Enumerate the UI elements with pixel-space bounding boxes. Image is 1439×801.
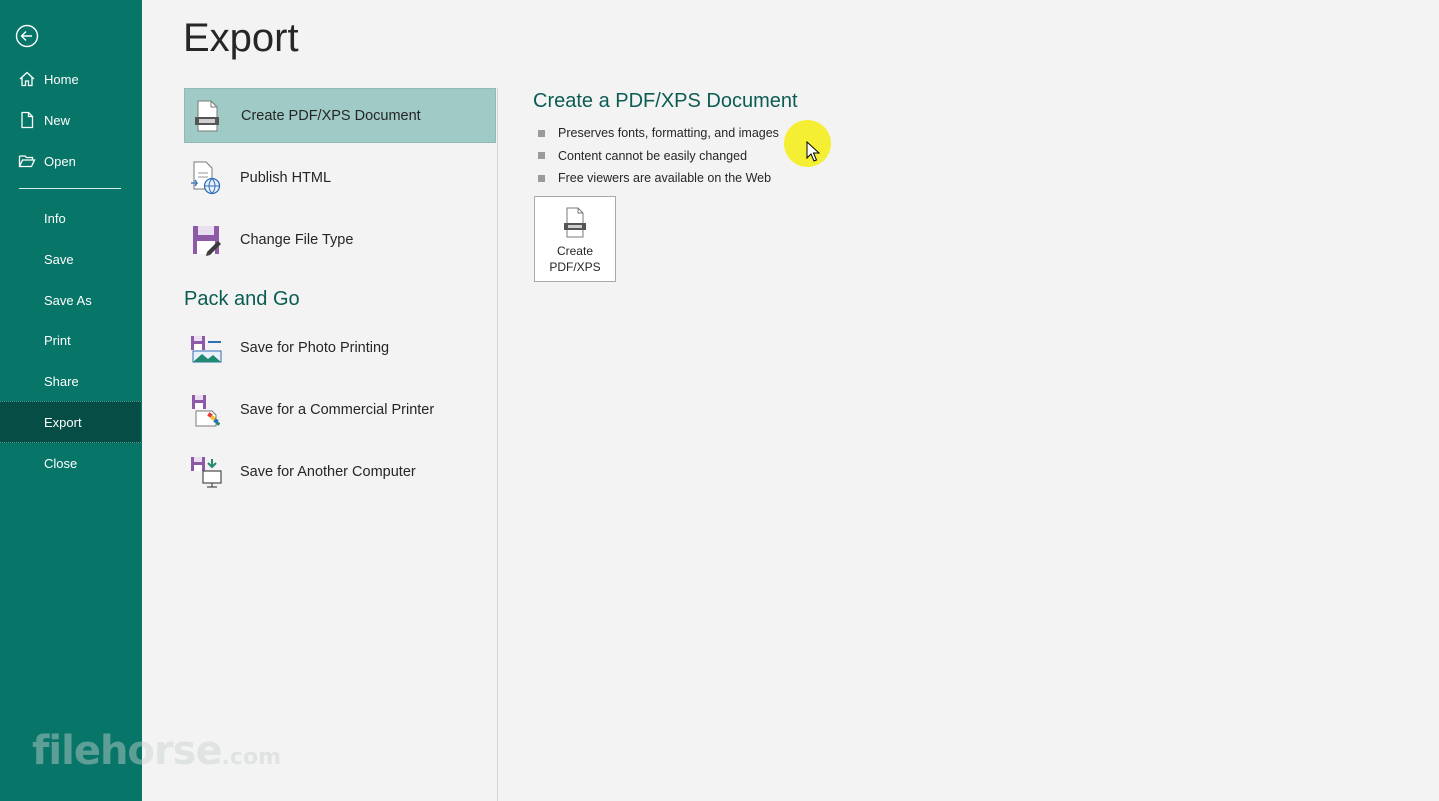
nav-share[interactable]: Share xyxy=(0,361,141,401)
bullet-text: Free viewers are available on the Web xyxy=(558,171,772,186)
page-title: Export xyxy=(183,16,299,60)
nav-info-label: Info xyxy=(44,210,66,226)
option-commercial-printer[interactable]: Save for a Commercial Printer xyxy=(184,382,496,437)
nav-new[interactable]: New xyxy=(0,100,141,140)
bullet-text: Content cannot be easily changed xyxy=(558,148,748,163)
nav-open[interactable]: Open xyxy=(0,141,141,181)
option-another-computer[interactable]: Save for Another Computer xyxy=(184,444,496,499)
nav-save-as[interactable]: Save As xyxy=(0,280,141,320)
column-divider xyxy=(497,88,498,801)
option-photo-printing[interactable]: Save for Photo Printing xyxy=(184,320,496,375)
pack-and-go-heading: Pack and Go xyxy=(184,288,300,310)
open-folder-icon xyxy=(18,152,36,170)
back-arrow-icon xyxy=(15,24,39,48)
option-change-file-type[interactable]: Change File Type xyxy=(184,212,496,267)
option-change-file-type-label: Change File Type xyxy=(240,231,354,248)
home-icon xyxy=(18,70,36,88)
option-create-pdf-xps-label: Create PDF/XPS Document xyxy=(241,107,421,124)
nav-info[interactable]: Info xyxy=(0,198,141,238)
bullet-square-icon xyxy=(538,174,545,182)
nav-close-label: Close xyxy=(44,455,78,471)
nav-save[interactable]: Save xyxy=(0,239,141,279)
pdf-document-icon xyxy=(562,207,588,239)
mouse-pointer-icon xyxy=(806,141,820,162)
nav-open-label: Open xyxy=(44,153,76,169)
option-create-pdf-xps[interactable]: Create PDF/XPS Document xyxy=(184,88,496,143)
new-document-icon xyxy=(18,111,36,129)
detail-title: Create a PDF/XPS Document xyxy=(533,90,798,112)
nav-separator xyxy=(19,188,121,189)
option-photo-printing-label: Save for Photo Printing xyxy=(240,339,390,356)
nav-close[interactable]: Close xyxy=(0,443,141,483)
photo-printing-icon xyxy=(189,330,223,366)
nav-save-label: Save xyxy=(44,251,74,267)
pdf-document-icon xyxy=(190,98,224,134)
bullet-item: Content cannot be easily changed xyxy=(538,145,779,168)
nav-print-label: Print xyxy=(44,332,71,348)
nav-print[interactable]: Print xyxy=(0,320,141,360)
nav-export-label: Export xyxy=(44,414,82,430)
commercial-printer-icon xyxy=(189,392,223,428)
nav-share-label: Share xyxy=(44,373,79,389)
option-publish-html-label: Publish HTML xyxy=(240,169,332,186)
filehorse-watermark: filehorse .com xyxy=(32,728,282,774)
nav-home[interactable]: Home xyxy=(0,59,141,99)
publish-html-icon xyxy=(189,160,223,196)
backstage-sidebar: Home New Open Info Save Save As Print Sh… xyxy=(0,0,281,801)
back-button[interactable] xyxy=(14,23,40,49)
option-commercial-printer-label: Save for a Commercial Printer xyxy=(240,401,435,418)
bullet-item: Preserves fonts, formatting, and images xyxy=(538,122,779,145)
create-label-line2: PDF/XPS xyxy=(549,260,601,274)
watermark-main: filehorse xyxy=(32,728,223,774)
option-publish-html[interactable]: Publish HTML xyxy=(184,150,496,205)
nav-save-as-label: Save As xyxy=(44,292,92,308)
nav-export[interactable]: Export xyxy=(0,401,141,443)
detail-bullets: Preserves fonts, formatting, and images … xyxy=(538,122,779,190)
bullet-text: Preserves fonts, formatting, and images xyxy=(558,126,779,141)
create-label-line1: Create xyxy=(556,244,593,258)
another-computer-icon xyxy=(189,454,223,490)
watermark-tld: .com xyxy=(221,745,282,770)
create-pdf-xps-button[interactable]: Create PDF/XPS xyxy=(534,196,616,282)
bullet-item: Free viewers are available on the Web xyxy=(538,167,779,190)
nav-home-label: Home xyxy=(44,71,79,87)
change-file-type-icon xyxy=(189,222,223,258)
nav-new-label: New xyxy=(44,112,71,128)
bullet-square-icon xyxy=(538,152,545,160)
bullet-square-icon xyxy=(538,129,545,137)
create-pdf-xps-label: Create PDF/XPS xyxy=(549,243,600,275)
option-another-computer-label: Save for Another Computer xyxy=(240,463,416,480)
